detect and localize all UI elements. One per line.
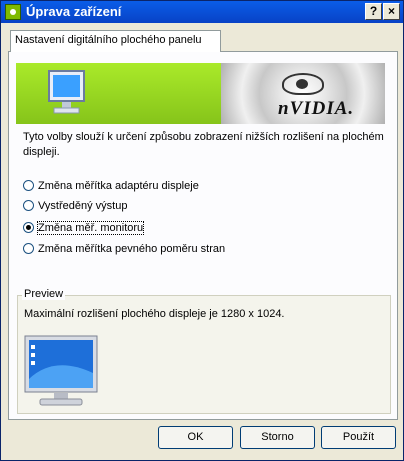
- radio-button[interactable]: [23, 243, 34, 254]
- nvidia-brand-text: nVIDIA.: [278, 98, 355, 119]
- nvidia-app-icon: [5, 4, 21, 20]
- window-title: Úprava zařízení: [26, 4, 122, 19]
- tab-flat-panel-settings[interactable]: Nastavení digitálního plochého panelu: [10, 30, 221, 52]
- option-label: Vystředěný výstup: [38, 200, 128, 212]
- preview-group: Preview Maximální rozlišení plochého dis…: [17, 288, 391, 414]
- preview-label: Preview: [22, 288, 66, 300]
- apply-button[interactable]: Použít: [321, 426, 396, 449]
- ok-button[interactable]: OK: [158, 426, 233, 449]
- preview-monitor-image: [24, 335, 98, 406]
- radio-button[interactable]: [23, 200, 34, 211]
- option-label: Změna měřítka pevného poměru stran: [38, 243, 226, 255]
- title-bar[interactable]: Úprava zařízení ? ×: [1, 1, 403, 23]
- radio-monitor-scaling[interactable]: Změna měř. monitoru: [23, 221, 145, 235]
- tab-label: Nastavení digitálního plochého panelu: [15, 34, 202, 46]
- option-label: Změna měřítka adaptéru displeje: [38, 180, 199, 192]
- radio-button-selected[interactable]: [23, 222, 34, 233]
- monitor-icon: [48, 70, 85, 114]
- dialog-window: Úprava zařízení ? × Nastavení digitálníh…: [0, 0, 404, 461]
- option-label: Změna měř. monitoru: [36, 221, 145, 235]
- nvidia-banner: nVIDIA.: [16, 63, 385, 124]
- nvidia-eye-logo: [282, 73, 324, 95]
- radio-centered-output[interactable]: Vystředěný výstup: [23, 200, 127, 212]
- radio-adapter-scaling[interactable]: Změna měřítka adaptéru displeje: [23, 180, 199, 192]
- radio-button[interactable]: [23, 180, 34, 191]
- max-resolution-text: Maximální rozlišení plochého displeje je…: [24, 308, 285, 320]
- help-button[interactable]: ?: [365, 3, 382, 20]
- description-text: Tyto volby slouží k určení způsobu zobra…: [23, 131, 384, 158]
- close-button[interactable]: ×: [383, 3, 400, 20]
- cancel-button[interactable]: Storno: [240, 426, 315, 449]
- radio-fixed-aspect-scaling[interactable]: Změna měřítka pevného poměru stran: [23, 243, 225, 255]
- tab-panel: nVIDIA. Tyto volby slouží k určení způso…: [8, 51, 398, 420]
